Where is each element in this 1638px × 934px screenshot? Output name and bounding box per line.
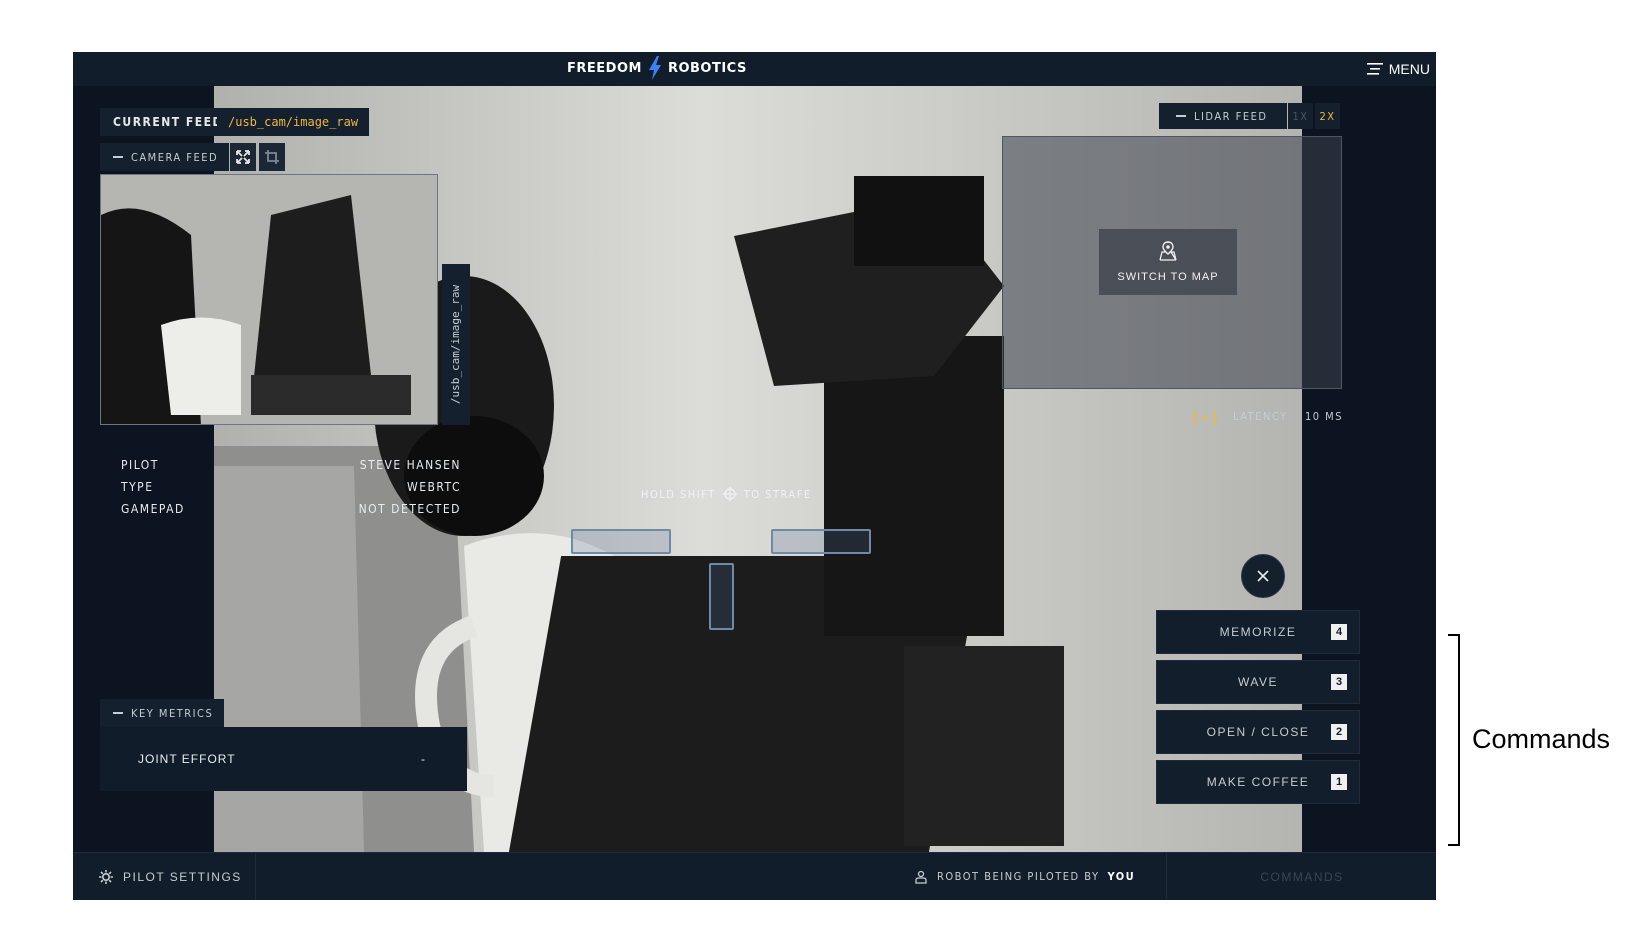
lidar-feed-label: LIDAR FEED: [1194, 109, 1268, 123]
gamepad-icon: [722, 487, 737, 501]
menu-label: MENU: [1388, 61, 1430, 77]
menu-icon: [1366, 63, 1383, 75]
lightning-bolt-icon: [648, 56, 661, 80]
latency-label: LATENCY: [1233, 410, 1288, 423]
joint-effort-label: JOINT EFFORT: [138, 752, 236, 766]
camera-preview-illustration: [101, 175, 437, 424]
collapse-dash-icon: [1176, 115, 1186, 117]
camera-topic-side-tab[interactable]: /usb_cam/image_raw: [442, 264, 470, 425]
current-topic-chip[interactable]: /usb_cam/image_raw: [217, 108, 370, 136]
pilot-settings-label: PILOT SETTINGS: [123, 869, 242, 884]
collapse-dash-icon: [113, 712, 123, 714]
gear-icon: [99, 869, 113, 884]
left-control-pad[interactable]: [571, 529, 671, 554]
zoom-1x-button[interactable]: 1X: [1288, 103, 1313, 129]
gamepad-label: GAMEPAD: [121, 502, 185, 516]
brand-logo: FREEDOM ROBOTICS: [567, 56, 747, 80]
key-metrics-label: KEY METRICS: [131, 706, 214, 720]
brand-left-text: FREEDOM: [567, 60, 642, 76]
expand-icon: [236, 150, 250, 164]
collapse-dash-icon: [113, 156, 123, 158]
key-metrics-panel: JOINT EFFORT -: [100, 727, 467, 791]
pilot-settings-button[interactable]: PILOT SETTINGS: [73, 853, 256, 900]
map-pin-icon: [1159, 241, 1177, 261]
wave-command-button[interactable]: WAVE 3: [1156, 660, 1360, 704]
piloted-by-text: ROBOT BEING PILOTED BY: [937, 870, 1100, 883]
info-row-gamepad: GAMEPAD NOT DETECTED: [121, 498, 461, 520]
hotkey-badge: 1: [1331, 774, 1347, 790]
camera-feed-toggle[interactable]: CAMERA FEED: [100, 143, 229, 171]
session-info: PILOT STEVE HANSEN TYPE WEBRTC GAMEPAD N…: [121, 454, 461, 520]
pilot-status: ROBOT BEING PILOTED BY YOU: [915, 853, 1135, 900]
camera-side-topic: /usb_cam/image_raw: [449, 284, 463, 405]
camera-feed-preview: [100, 174, 438, 425]
lidar-feed-toggle[interactable]: LIDAR FEED: [1159, 103, 1287, 129]
switch-to-map-label: SWITCH TO MAP: [1117, 271, 1219, 283]
key-metrics-toggle[interactable]: KEY METRICS: [100, 699, 224, 727]
type-label: TYPE: [121, 480, 154, 494]
piloted-by-who: YOU: [1107, 870, 1136, 883]
vertical-control-pad[interactable]: [709, 563, 734, 630]
commands-annotation: Commands: [1472, 724, 1611, 754]
command-label: MEMORIZE: [1219, 625, 1297, 639]
command-label: OPEN / CLOSE: [1206, 725, 1310, 739]
brand-right-text: ROBOTICS: [667, 60, 747, 76]
fullscreen-button[interactable]: [230, 143, 256, 171]
latency-readout: LATENCY 10 MS: [1233, 410, 1343, 423]
right-control-pad[interactable]: [771, 529, 871, 554]
hotkey-badge: 2: [1331, 724, 1347, 740]
open-close-command-button[interactable]: OPEN / CLOSE 2: [1156, 710, 1360, 754]
type-value: WEBRTC: [407, 480, 461, 494]
zoom-2x-button[interactable]: 2X: [1315, 103, 1340, 129]
command-label: WAVE: [1237, 675, 1278, 689]
strafe-hint-pre: HOLD SHIFT: [641, 487, 716, 501]
commands-bracket: [1448, 634, 1460, 846]
strafe-hint-post: TO STRAFE: [743, 487, 812, 501]
gamepad-value: NOT DETECTED: [358, 502, 461, 516]
switch-to-map-button[interactable]: SWITCH TO MAP: [1099, 229, 1237, 295]
close-commands-button[interactable]: [1241, 554, 1285, 598]
pilot-value: STEVE HANSEN: [359, 458, 461, 472]
strafe-hint: HOLD SHIFT TO STRAFE: [641, 486, 812, 502]
bottom-bar: PILOT SETTINGS ROBOT BEING PILOTED BY YO…: [73, 852, 1436, 900]
crop-button[interactable]: [259, 143, 285, 171]
memorize-command-button[interactable]: MEMORIZE 4: [1156, 610, 1360, 654]
pilot-label: PILOT: [121, 458, 159, 472]
commands-tab[interactable]: COMMANDS: [1166, 853, 1436, 900]
camera-feed-label: CAMERA FEED: [131, 150, 219, 164]
menu-button[interactable]: MENU: [1366, 58, 1430, 80]
close-icon: [1257, 570, 1269, 582]
signal-icon: [1193, 410, 1217, 426]
user-icon: [915, 870, 927, 884]
info-row-type: TYPE WEBRTC: [121, 476, 461, 498]
info-row-pilot: PILOT STEVE HANSEN: [121, 454, 461, 476]
joint-effort-value: -: [421, 752, 425, 766]
crop-icon: [265, 150, 279, 164]
top-bar: FREEDOM ROBOTICS MENU: [73, 52, 1436, 86]
teleop-app: FREEDOM ROBOTICS MENU CURRENT FEED /usb_…: [73, 52, 1436, 900]
current-feed-label: CURRENT FEED: [100, 108, 236, 136]
command-label: MAKE COFFEE: [1206, 775, 1310, 789]
hotkey-badge: 3: [1331, 674, 1347, 690]
latency-value: 10 MS: [1304, 410, 1343, 423]
hotkey-badge: 4: [1331, 624, 1347, 640]
make-coffee-command-button[interactable]: MAKE COFFEE 1: [1156, 760, 1360, 804]
